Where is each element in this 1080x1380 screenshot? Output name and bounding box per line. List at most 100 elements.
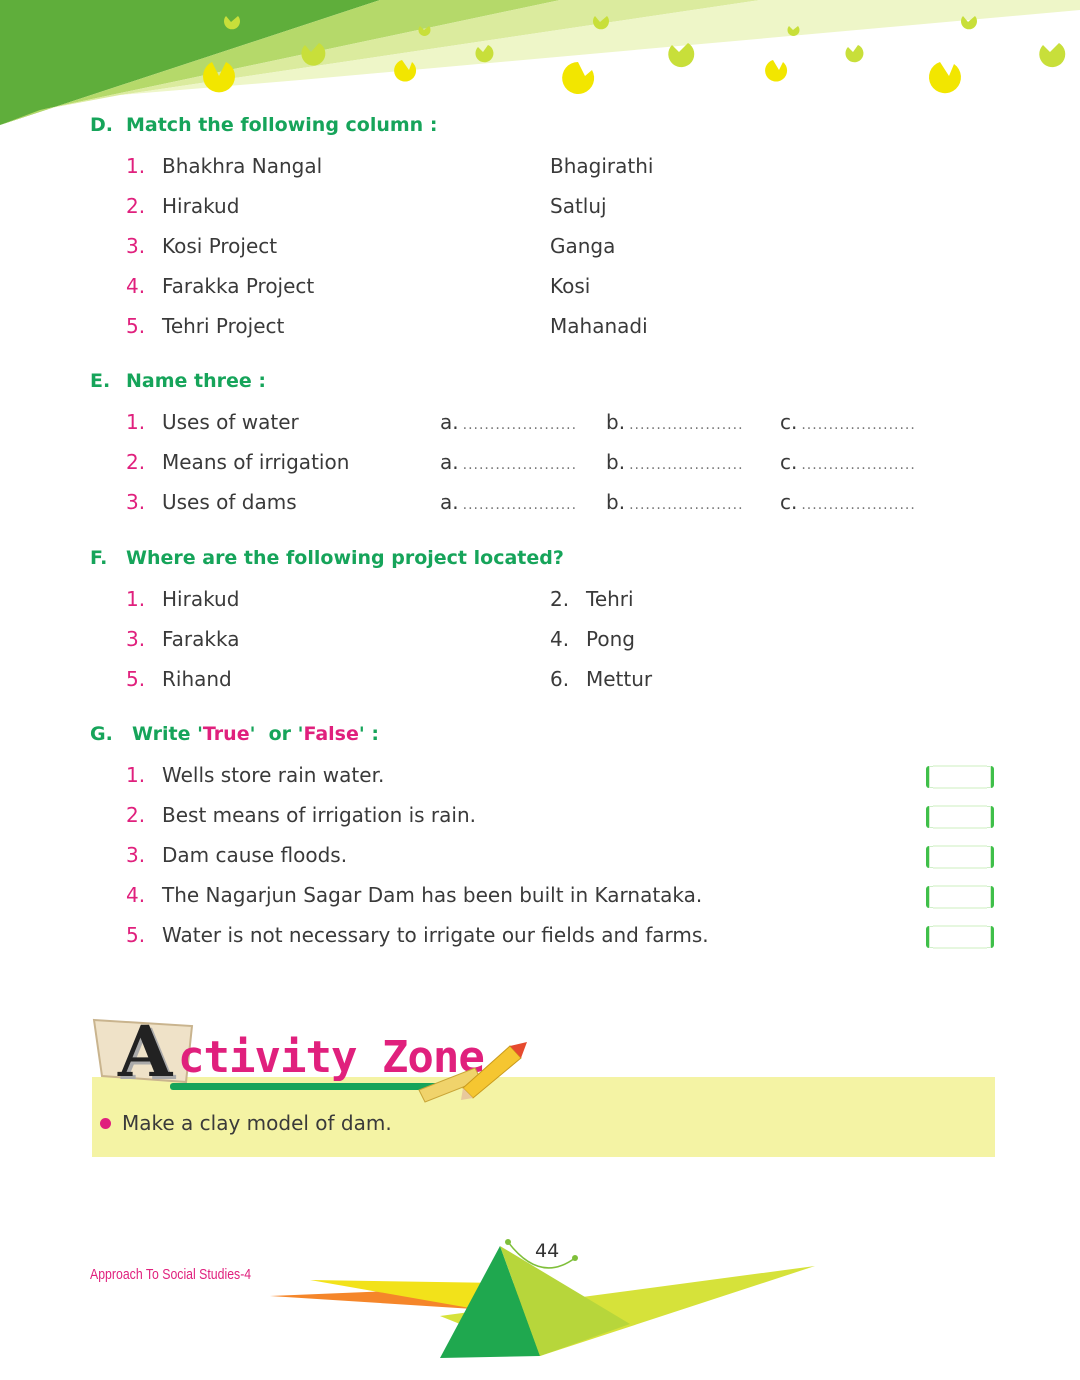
item-number: 3.	[126, 627, 146, 651]
section-e-heading: E. Name three :	[90, 370, 266, 392]
location-text: Rihand	[162, 667, 232, 691]
activity-item: Make a clay model of dam.	[100, 1111, 392, 1135]
item-number: 1.	[126, 763, 146, 787]
answer-blank-a[interactable]: a......................	[440, 450, 577, 474]
option-label: c.	[780, 490, 798, 514]
answer-box[interactable]	[926, 845, 994, 869]
location-text: Tehri	[586, 587, 634, 611]
answer-box[interactable]	[926, 885, 994, 909]
item-number: 3.	[126, 843, 146, 867]
section-g-title-false: False	[303, 723, 359, 745]
option-label: a.	[440, 410, 459, 434]
blank-line: .....................	[801, 497, 916, 513]
blank-line: .....................	[801, 457, 916, 473]
item-number: 2.	[126, 194, 146, 218]
match-right-text: Satluj	[550, 194, 607, 218]
section-d-label: D.	[90, 114, 113, 136]
name-three-row: 3. Uses of dams	[126, 490, 297, 514]
item-number: 3.	[126, 490, 146, 514]
item-number: 2.	[550, 587, 570, 611]
item-number: 4.	[550, 627, 570, 651]
answer-box[interactable]	[926, 765, 994, 789]
match-right-text: Bhagirathi	[550, 154, 654, 178]
answer-blank-b[interactable]: b......................	[606, 410, 744, 434]
section-g-title-post: ' :	[358, 723, 379, 745]
location-text: Farakka	[162, 627, 240, 651]
answer-blank-c[interactable]: c......................	[780, 490, 916, 514]
answer-box[interactable]	[926, 805, 994, 829]
name-three-text: Uses of dams	[162, 490, 297, 514]
match-left-text: Farakka Project	[162, 274, 315, 298]
item-number: 2.	[126, 803, 146, 827]
true-false-row: 4. The Nagarjun Sagar Dam has been built …	[126, 883, 702, 907]
page-number: 44	[535, 1240, 560, 1262]
option-label: a.	[440, 490, 459, 514]
match-row: 2. Hirakud	[126, 194, 239, 218]
location-row: 5. Rihand	[126, 667, 232, 691]
section-g-heading: G. Write 'True' or 'False' :	[90, 723, 379, 745]
section-g-label: G.	[90, 723, 113, 745]
answer-blank-a[interactable]: a......................	[440, 490, 577, 514]
answer-blank-a[interactable]: a......................	[440, 410, 577, 434]
location-row: 4. Pong	[550, 627, 635, 651]
item-number: 4.	[126, 274, 146, 298]
item-number: 3.	[126, 234, 146, 258]
section-f-title: Where are the following project located?	[126, 547, 564, 569]
answer-blank-b[interactable]: b......................	[606, 450, 744, 474]
true-false-row: 1. Wells store rain water.	[126, 763, 384, 787]
statement-text: Best means of irrigation is rain.	[162, 803, 477, 827]
footer-book-title: Approach To Social Studies-4	[90, 1266, 252, 1283]
location-text: Hirakud	[162, 587, 240, 611]
answer-blank-b[interactable]: b......................	[606, 490, 744, 514]
option-label: c.	[780, 410, 798, 434]
location-text: Mettur	[586, 667, 653, 691]
section-f-heading: F. Where are the following project locate…	[90, 547, 564, 569]
section-f-label: F.	[90, 547, 108, 569]
match-right-text: Kosi	[550, 274, 591, 298]
true-false-row: 5. Water is not necessary to irrigate our…	[126, 923, 709, 947]
blank-line: .....................	[801, 417, 916, 433]
blank-line: .....................	[629, 417, 744, 433]
true-false-row: 2. Best means of irrigation is rain.	[126, 803, 476, 827]
match-left-text: Bhakhra Nangal	[162, 154, 323, 178]
activity-item-text: Make a clay model of dam.	[122, 1111, 392, 1135]
section-e-label: E.	[90, 370, 111, 392]
option-label: a.	[440, 450, 459, 474]
item-number: 4.	[126, 883, 146, 907]
item-number: 5.	[126, 923, 146, 947]
section-e-title: Name three :	[126, 370, 266, 392]
blank-line: .....................	[462, 417, 578, 433]
bullet-icon	[100, 1118, 111, 1129]
section-g-title-mid: ' or '	[249, 723, 304, 745]
section-g-title-pre: Write '	[132, 723, 203, 745]
statement-text: Dam cause floods.	[162, 843, 348, 867]
name-three-text: Means of irrigation	[162, 450, 350, 474]
blank-line: .....................	[629, 497, 744, 513]
answer-blank-c[interactable]: c......................	[780, 410, 916, 434]
statement-text: Wells store rain water.	[162, 763, 385, 787]
item-number: 1.	[126, 154, 146, 178]
name-three-text: Uses of water	[162, 410, 299, 434]
section-d-title: Match the following column :	[126, 114, 438, 136]
name-three-row: 2. Means of irrigation	[126, 450, 349, 474]
answer-box[interactable]	[926, 925, 994, 949]
match-row: 4. Farakka Project	[126, 274, 314, 298]
name-three-row: 1. Uses of water	[126, 410, 299, 434]
item-number: 2.	[126, 450, 146, 474]
item-number: 1.	[126, 587, 146, 611]
section-d-heading: D. Match the following column :	[90, 114, 437, 136]
pencil-icon	[418, 1042, 527, 1103]
match-left-text: Tehri Project	[162, 314, 285, 338]
statement-text: Water is not necessary to irrigate our f…	[162, 923, 709, 947]
answer-blank-c[interactable]: c......................	[780, 450, 916, 474]
blank-line: .....................	[462, 457, 578, 473]
location-row: 1. Hirakud	[126, 587, 239, 611]
true-false-row: 3. Dam cause floods.	[126, 843, 347, 867]
option-label: b.	[606, 450, 626, 474]
statement-text: The Nagarjun Sagar Dam has been built in…	[162, 883, 703, 907]
item-number: 1.	[126, 410, 146, 434]
activity-title-initial: A	[118, 1010, 173, 1093]
location-row: 6. Mettur	[550, 667, 652, 691]
blank-line: .....................	[629, 457, 744, 473]
location-row: 2. Tehri	[550, 587, 634, 611]
